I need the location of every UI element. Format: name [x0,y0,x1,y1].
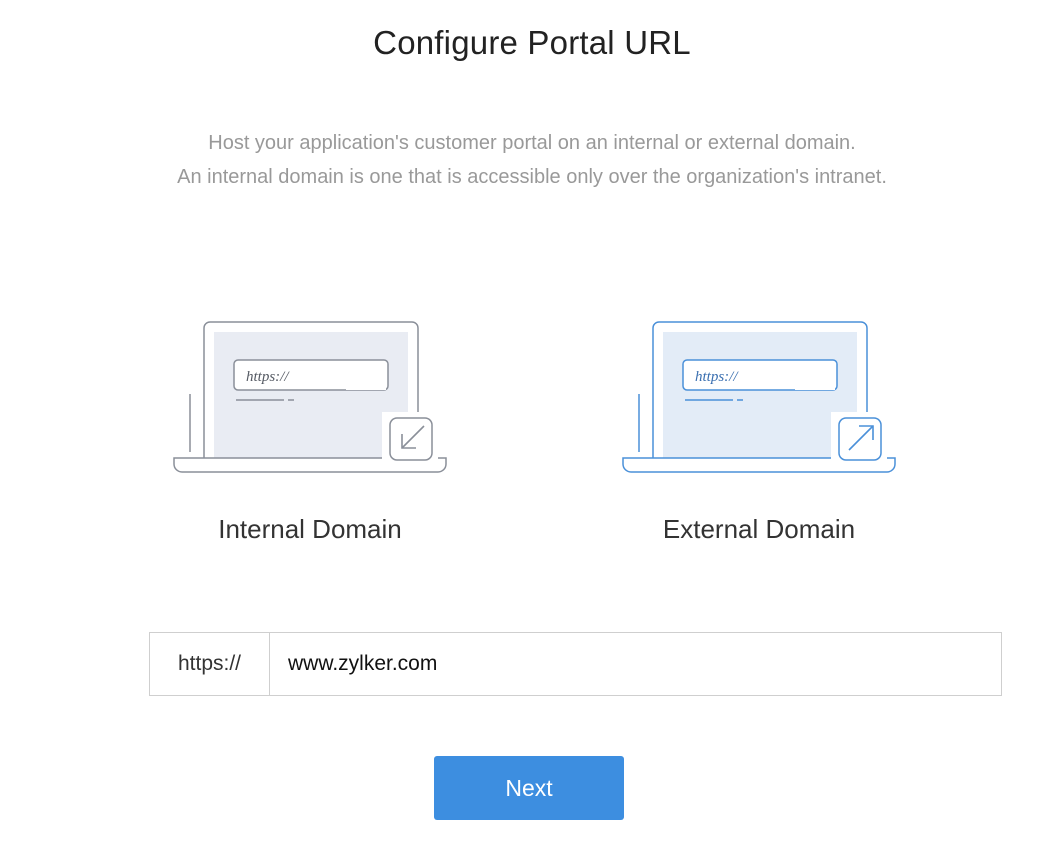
next-button[interactable]: Next [434,756,624,820]
internal-laptop-illustration: https:// [173,321,447,473]
internal-domain-label: Internal Domain [218,514,402,544]
page-description: Host your application's customer portal … [0,126,1064,194]
external-domain-label: External Domain [662,514,856,544]
page-title: Configure Portal URL [373,24,691,61]
configure-portal-url-page: Configure Portal URL Host your applicati… [0,0,1064,841]
external-laptop-illustration: https:// [622,321,896,473]
arrow-up-right-icon [838,417,882,461]
external-illustration-url-text: https:// [695,369,739,385]
external-domain-option[interactable]: https:// External Domain [609,318,909,558]
portal-url-input[interactable] [270,633,1001,695]
description-line-2: An internal domain is one that is access… [177,166,887,188]
portal-url-field: https:// [149,632,1002,696]
internal-domain-option[interactable]: https:// Internal Domain [160,318,460,558]
description-line-1: Host your application's customer portal … [208,132,856,154]
arrow-down-left-icon [389,417,433,461]
domain-options: https:// Internal Domain https:// Extern… [0,318,1064,558]
internal-illustration-url-text: https:// [246,369,290,385]
url-protocol-prefix: https:// [150,633,270,695]
